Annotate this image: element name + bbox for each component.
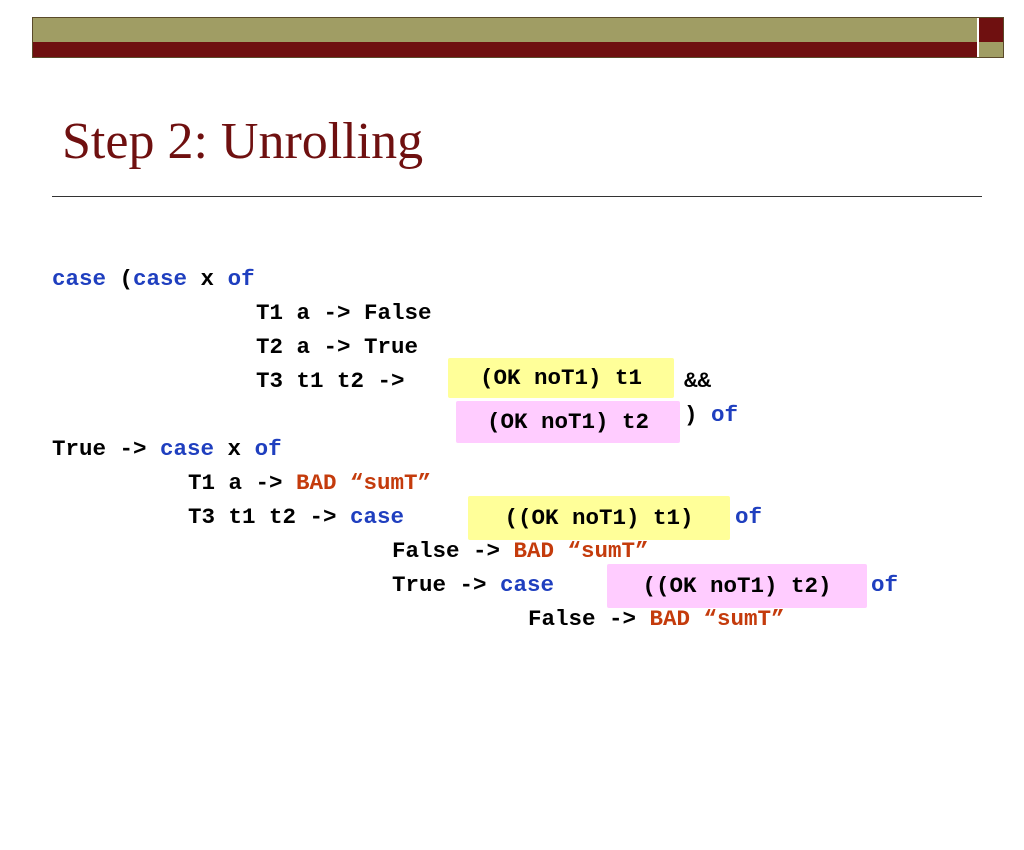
code-line-4: T3 t1 t2 -> (256, 364, 405, 398)
code-text: T3 t1 t2 -> (188, 504, 351, 530)
keyword: case (160, 436, 215, 462)
header-bar-olive (32, 17, 977, 42)
keyword: of (254, 436, 282, 462)
code-text: T3 t1 t2 -> (256, 368, 405, 394)
code-text: T1 a -> (188, 470, 297, 496)
keyword: of (711, 402, 739, 428)
bad-literal: BAD “sumT” (649, 606, 785, 632)
code-text: False -> (528, 606, 650, 632)
code-line-8: T3 t1 t2 -> case (188, 500, 404, 534)
code-text: False -> (392, 538, 514, 564)
header-bar-maroon (32, 42, 977, 58)
keyword: case (133, 266, 188, 292)
code-line-10: True -> case (392, 568, 554, 602)
code-line-10-of: of (871, 568, 898, 602)
header-square-maroon (979, 17, 1004, 42)
header-square-olive (979, 42, 1004, 58)
code-text: ( (106, 266, 134, 292)
keyword: case (52, 266, 107, 292)
keyword: of (735, 504, 763, 530)
keyword: of (871, 572, 899, 598)
code-text: True -> (52, 436, 161, 462)
slide-title: Step 2: Unrolling (62, 113, 424, 170)
keyword: case (500, 572, 555, 598)
highlight-box-pink: (OK noT1) t2 (456, 401, 680, 443)
bad-literal: BAD “sumT” (296, 470, 432, 496)
code-line-8-of: of (735, 500, 762, 534)
highlight-box-yellow: (OK noT1) t1 (448, 358, 674, 398)
code-text: T2 a -> True (256, 334, 419, 360)
highlight-box-yellow: ((OK noT1) t1) (468, 496, 730, 540)
code-line-2: T1 a -> False (256, 296, 432, 330)
code-line-7: T1 a -> BAD “sumT” (188, 466, 431, 500)
code-text: x (214, 436, 255, 462)
code-text: True -> (392, 572, 501, 598)
code-text: T1 a -> False (256, 300, 432, 326)
highlight-box-pink: ((OK noT1) t2) (607, 564, 867, 608)
code-line-4-and: && (684, 364, 711, 398)
code-text: && (684, 368, 712, 394)
code-line-3: T2 a -> True (256, 330, 418, 364)
code-line-1: case (case x of (52, 262, 255, 296)
keyword: of (227, 266, 255, 292)
code-text: ) (684, 402, 698, 428)
code-line-6: True -> case x of (52, 432, 282, 466)
code-line-5: ) of (684, 398, 738, 432)
title-divider (52, 196, 982, 197)
keyword: case (350, 504, 405, 530)
code-text: x (187, 266, 228, 292)
code-block: case (case x of T1 a -> False T2 a -> Tr… (0, 0, 898, 850)
bad-literal: BAD “sumT” (513, 538, 649, 564)
